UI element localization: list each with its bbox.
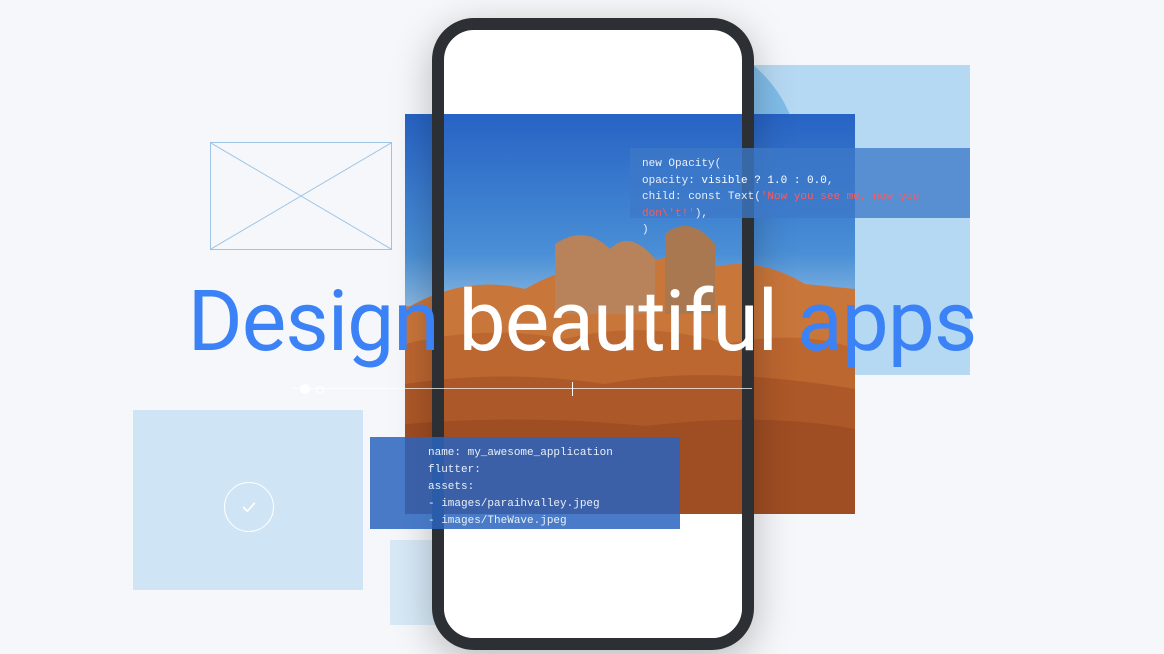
code-line: name: my_awesome_application — [428, 445, 632, 462]
code-line: assets: — [428, 479, 632, 496]
code-line: child: const Text( — [642, 191, 761, 203]
code-line: - images/paraihvalley.jpeg — [428, 496, 632, 513]
headline-word-3: apps — [797, 272, 976, 371]
code-line: - images/TheWave.jpeg — [428, 513, 632, 530]
code-token: ), — [695, 208, 708, 220]
slider-thumb — [300, 384, 310, 394]
headline: Design beautiful apps — [0, 280, 1164, 364]
slider-decor — [292, 382, 752, 396]
wireframe-box — [210, 142, 392, 250]
code-line: new Opacity( — [642, 158, 721, 170]
headline-word-1: Design — [188, 272, 439, 371]
headline-word-2: beautiful — [459, 272, 778, 371]
code-line: opacity: — [642, 175, 701, 187]
check-icon — [224, 482, 274, 532]
code-line: ) — [642, 224, 649, 236]
code-snippet-opacity: new Opacity( opacity: visible ? 1.0 : 0.… — [630, 148, 970, 218]
code-line: flutter: — [428, 462, 632, 479]
code-token: , — [827, 175, 834, 187]
code-snippet-yaml: name: my_awesome_application flutter: as… — [370, 437, 680, 529]
code-token: visible ? 1.0 : 0.0 — [701, 175, 826, 187]
slider-dot — [316, 386, 324, 394]
slider-tick — [572, 382, 573, 396]
hero-stage: new Opacity( opacity: visible ? 1.0 : 0.… — [0, 0, 1164, 654]
